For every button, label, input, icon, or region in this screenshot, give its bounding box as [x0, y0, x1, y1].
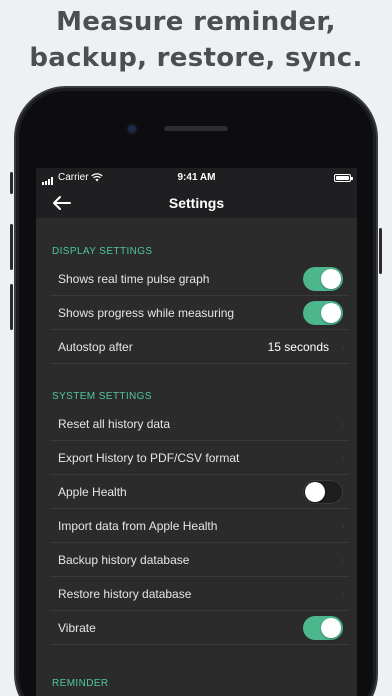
headline-line-1: Measure reminder, — [56, 7, 336, 37]
app-screen: Carrier 9:41 AM Settings DISPLAY SETTING… — [36, 168, 357, 696]
section-header-reminder: REMINDER — [52, 678, 109, 689]
headline-line-2: backup, restore, sync. — [29, 43, 363, 73]
setting-label: Reset all history data — [58, 417, 171, 431]
autostop-value: 15 seconds — [267, 340, 329, 354]
setting-label: Import data from Apple Health — [58, 519, 218, 533]
phone-mute-switch — [10, 172, 13, 194]
setting-label: Export History to PDF/CSV format — [58, 451, 240, 465]
setting-row-export-history[interactable]: Export History to PDF/CSV format › — [50, 441, 349, 475]
progress-toggle[interactable] — [303, 301, 343, 325]
status-time: 9:41 AM — [177, 172, 216, 183]
section-header-display: DISPLAY SETTINGS — [52, 246, 153, 257]
setting-row-autostop[interactable]: Autostop after 15 seconds › — [50, 330, 349, 364]
setting-label: Backup history database — [58, 553, 190, 567]
chevron-right-icon: › — [341, 342, 345, 353]
setting-row-import-health[interactable]: Import data from Apple Health › — [50, 509, 349, 543]
chevron-right-icon: › — [341, 419, 345, 430]
setting-label: Autostop after — [58, 340, 133, 354]
section-header-system: SYSTEM SETTINGS — [52, 391, 152, 402]
phone-volume-up — [10, 224, 13, 270]
setting-row-vibrate: Vibrate — [50, 611, 349, 645]
marketing-headline: Measure reminder, backup, restore, sync. — [0, 4, 392, 76]
setting-row-pulse-graph: Shows real time pulse graph — [50, 262, 349, 296]
phone-power-button — [379, 228, 382, 274]
setting-label: Apple Health — [58, 485, 127, 499]
setting-label: Vibrate — [58, 621, 96, 635]
toggle-knob — [321, 269, 341, 289]
pulse-graph-toggle[interactable] — [303, 267, 343, 291]
setting-row-backup[interactable]: Backup history database › — [50, 543, 349, 577]
setting-row-restore[interactable]: Restore history database › — [50, 577, 349, 611]
setting-row-apple-health: Apple Health — [50, 475, 349, 509]
toggle-knob — [321, 618, 341, 638]
status-bar: Carrier 9:41 AM — [36, 168, 357, 188]
battery-icon — [334, 174, 353, 182]
apple-health-toggle[interactable] — [303, 480, 343, 504]
toggle-knob — [305, 482, 325, 502]
setting-label: Restore history database — [58, 587, 192, 601]
front-camera — [128, 125, 136, 133]
setting-label: Shows real time pulse graph — [58, 272, 210, 286]
setting-row-progress: Shows progress while measuring — [50, 296, 349, 330]
setting-label: Shows progress while measuring — [58, 306, 235, 320]
chevron-right-icon: › — [341, 555, 345, 566]
phone-volume-down — [10, 284, 13, 330]
vibrate-toggle[interactable] — [303, 616, 343, 640]
navigation-bar: Settings — [36, 188, 357, 218]
chevron-right-icon: › — [341, 589, 345, 600]
chevron-right-icon: › — [341, 453, 345, 464]
chevron-right-icon: › — [341, 521, 345, 532]
page-title: Settings — [168, 195, 225, 211]
toggle-knob — [321, 303, 341, 323]
setting-row-reset-history[interactable]: Reset all history data › — [50, 407, 349, 441]
earpiece-speaker — [164, 126, 228, 131]
